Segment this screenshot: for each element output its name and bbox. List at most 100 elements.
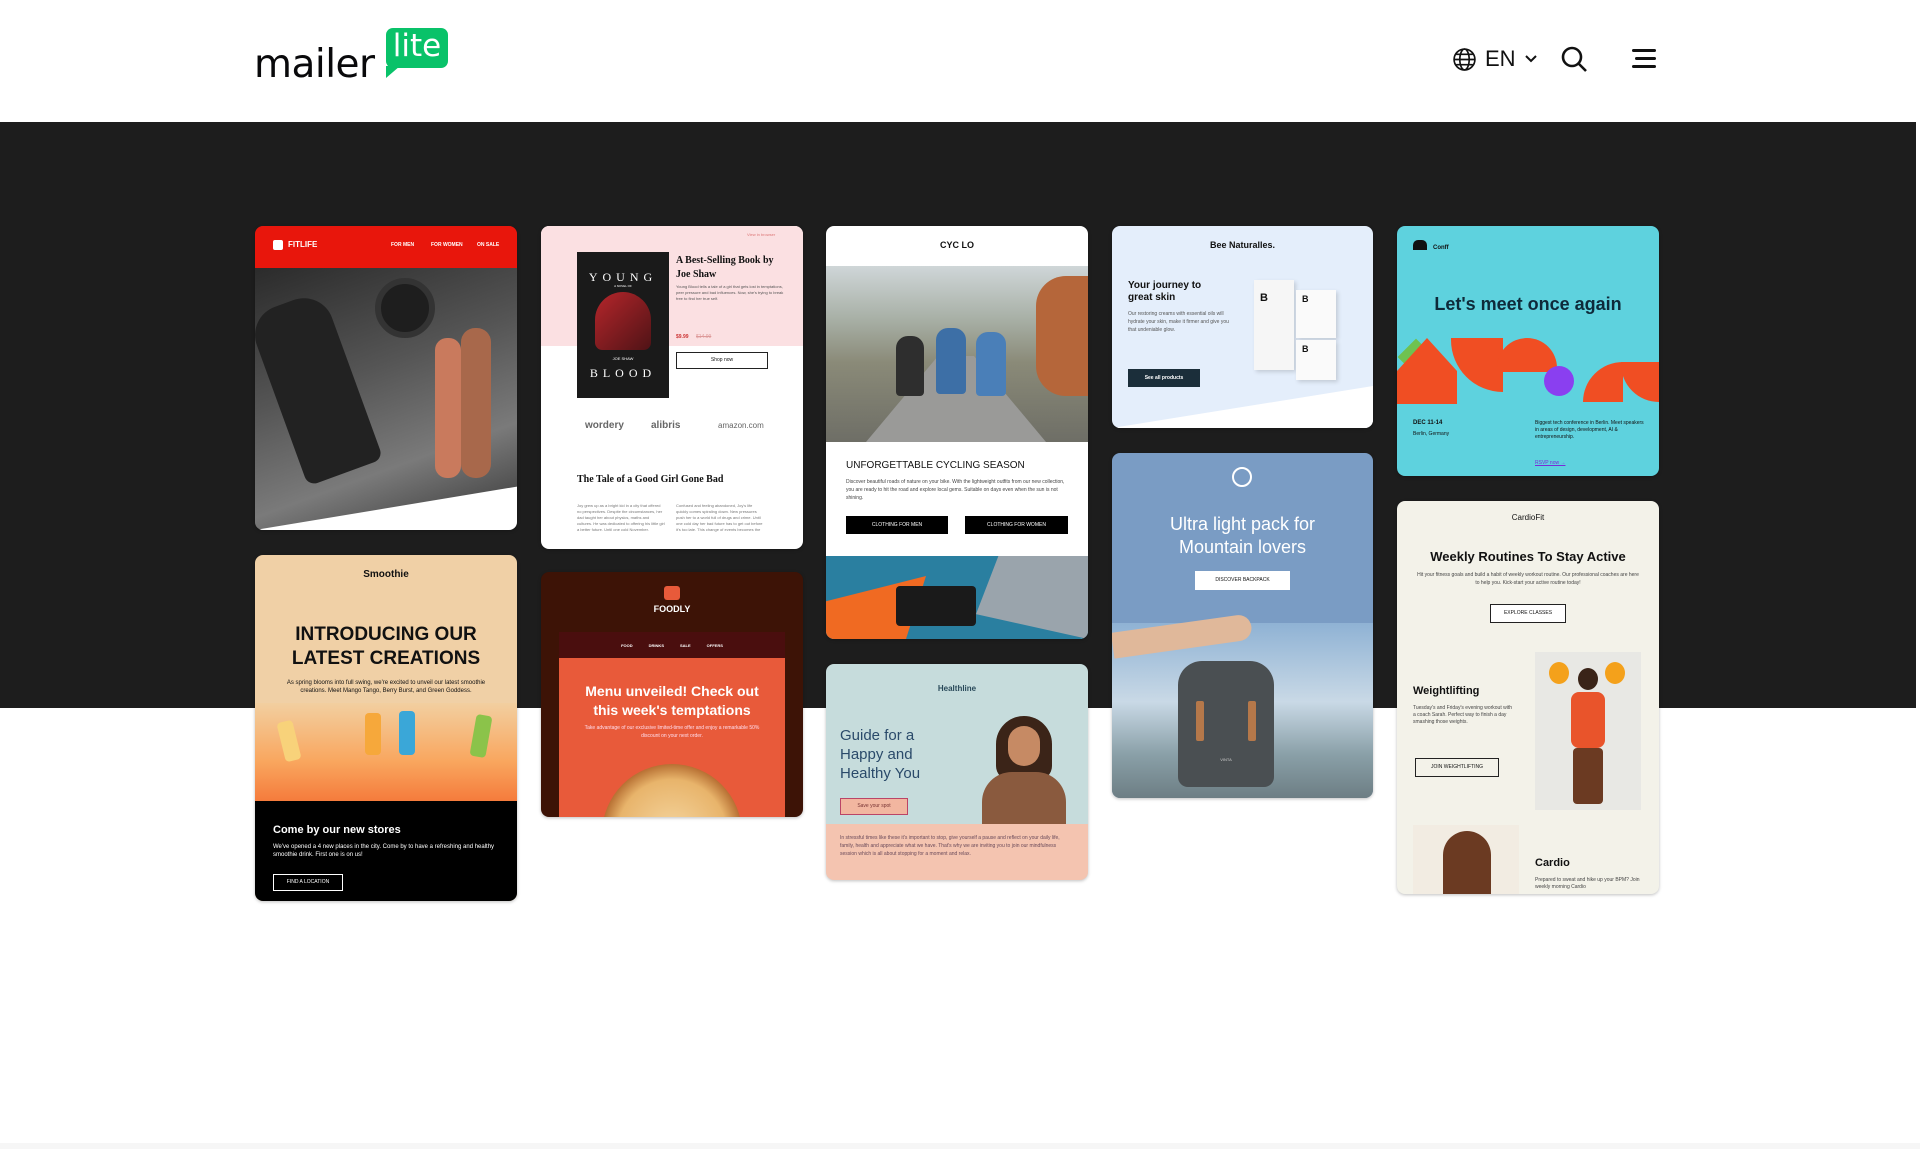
woman-photo bbox=[974, 714, 1074, 824]
cardiofit-title: Weekly Routines To Stay Active bbox=[1430, 549, 1626, 564]
fitlife-nav-women: FOR WOMEN bbox=[431, 242, 463, 248]
mountain-logo-icon bbox=[1232, 467, 1252, 487]
healthline-brand: Healthline bbox=[937, 684, 977, 693]
athlete-body bbox=[1571, 692, 1605, 748]
mountain-photo: VINTA bbox=[1112, 613, 1373, 798]
foodly-nav-offers[interactable]: OFFERS bbox=[707, 643, 723, 648]
discover-backpack-button[interactable]: DISCOVER BACKPACK bbox=[1195, 571, 1290, 590]
search-icon[interactable] bbox=[1560, 45, 1588, 73]
template-card-smoothie[interactable]: Smoothie INTRODUCING OUR LATEST CREATION… bbox=[255, 555, 517, 901]
weightlifting-photo bbox=[1535, 652, 1641, 810]
template-card-conff[interactable]: Conff Let's meet once again DEC 11-14 Be… bbox=[1397, 226, 1659, 476]
foodly-logo-icon bbox=[664, 586, 680, 600]
foodly-nav-drinks[interactable]: DRINKS bbox=[649, 643, 664, 648]
language-selector[interactable]: EN bbox=[1452, 44, 1538, 74]
book-price: $9.99 bbox=[676, 334, 689, 340]
cover-art bbox=[595, 292, 651, 350]
grey-cloth bbox=[976, 556, 1088, 639]
bag-label: VINTA bbox=[1220, 757, 1232, 762]
bottle-2 bbox=[365, 713, 381, 755]
book-old-price: $14.99 bbox=[696, 334, 712, 340]
foodly-nav-food[interactable]: FOOD bbox=[621, 643, 633, 648]
woman-face bbox=[1008, 726, 1040, 766]
book-title: A Best-Selling Book by Joe Shaw bbox=[676, 255, 774, 280]
healthline-title: Guide for a Happy and Healthy You bbox=[840, 727, 921, 782]
athlete-left bbox=[255, 289, 384, 487]
bottle-1 bbox=[276, 719, 302, 763]
woman-body bbox=[982, 772, 1066, 824]
product-box-letter: B bbox=[1302, 294, 1309, 304]
globe-icon bbox=[1453, 47, 1476, 71]
template-card-healthline[interactable]: Healthline Guide for a Happy and Healthy… bbox=[826, 664, 1088, 880]
red-shape-3 bbox=[1497, 338, 1557, 372]
red-shape-5 bbox=[1621, 362, 1659, 402]
cycling-photo bbox=[826, 266, 1088, 442]
backpack: VINTA bbox=[1178, 661, 1274, 787]
fitlife-brand: FITLIFE bbox=[288, 240, 318, 249]
conff-desc: Biggest tech conference in Berlin. Meet … bbox=[1535, 420, 1644, 440]
template-card-mountain[interactable]: Ultra light pack for Mountain lovers DIS… bbox=[1112, 453, 1373, 798]
smoothie-photo bbox=[255, 703, 517, 801]
barbell-plate bbox=[375, 278, 435, 338]
foodly-hero: Menu unveiled! Check out this week's tem… bbox=[559, 658, 785, 817]
cardio-face bbox=[1443, 831, 1491, 894]
template-card-cardiofit[interactable]: CardioFit Weekly Routines To Stay Active… bbox=[1397, 501, 1659, 894]
template-card-book[interactable]: View in browser YOUNG A NOVEL OF JOE SHA… bbox=[541, 226, 803, 549]
foodly-title: Menu unveiled! Check out this week's tem… bbox=[585, 683, 759, 718]
book-col-1: Joy grew up as a bright kid in a city th… bbox=[577, 503, 665, 532]
view-in-browser-link[interactable]: View in browser bbox=[747, 232, 775, 237]
see-all-products-button[interactable]: See all products bbox=[1128, 369, 1200, 387]
logo-bubble: lite bbox=[386, 28, 448, 78]
cardiofit-brand: CardioFit bbox=[1511, 513, 1545, 522]
cardio-photo bbox=[1413, 825, 1519, 894]
gym-photo bbox=[255, 268, 517, 530]
athlete-legs bbox=[1573, 748, 1603, 804]
template-card-bee-naturalles[interactable]: Bee Naturalles. Your journey to great sk… bbox=[1112, 226, 1373, 428]
explore-classes-button[interactable]: EXPLORE CLASSES bbox=[1490, 604, 1566, 623]
join-weightlifting-button[interactable]: JOIN WEIGHTLIFTING bbox=[1415, 758, 1499, 777]
arm bbox=[1112, 613, 1254, 659]
clothing-for-women-button[interactable]: CLOTHING FOR WOMEN bbox=[965, 516, 1068, 534]
athlete-woman bbox=[435, 338, 461, 478]
smoothie-dark-section: Come by our new stores We've opened a 4 … bbox=[255, 801, 517, 901]
template-card-fitlife[interactable]: FITLIFE FOR MEN FOR WOMEN ON SALE bbox=[255, 226, 517, 530]
cover-top: YOUNG bbox=[588, 270, 658, 284]
bee-title: Your journey to great skin bbox=[1128, 280, 1202, 303]
book-desc: Young Blood tells a tale of a girl that … bbox=[676, 284, 784, 301]
athlete-head bbox=[1578, 668, 1598, 690]
conff-place: Berlin, Germany bbox=[1413, 431, 1450, 437]
clothing-photo bbox=[826, 556, 1088, 639]
book-subtitle: The Tale of a Good Girl Gone Bad bbox=[577, 474, 724, 485]
strap-left bbox=[1196, 701, 1204, 741]
mailerlite-logo[interactable]: mailer lite bbox=[254, 28, 454, 88]
language-label: EN bbox=[1485, 46, 1516, 71]
cyclo-title: UNFORGETTABLE CYCLING SEASON bbox=[846, 460, 1025, 471]
purple-circle bbox=[1544, 366, 1574, 396]
foodly-nav-sale[interactable]: SALE bbox=[680, 643, 691, 648]
product-box-1: B bbox=[1254, 280, 1294, 370]
red-shape-2 bbox=[1451, 338, 1503, 392]
template-card-foodly[interactable]: FOODLY FOOD DRINKS SALE OFFERS Menu unve… bbox=[541, 572, 803, 817]
hamburger-menu-icon[interactable] bbox=[1632, 48, 1656, 70]
foodly-desc: Take advantage of our exclusive limited-… bbox=[584, 725, 760, 739]
template-card-cyclo[interactable]: CYC LO UNFORGETTABLE CYCLING SEASON Disc… bbox=[826, 226, 1088, 639]
conff-brand: Conff bbox=[1433, 245, 1449, 251]
smoothie-brand: Smoothie bbox=[363, 569, 409, 580]
conff-date: DEC 11-14 bbox=[1413, 420, 1443, 426]
black-cloth bbox=[896, 586, 976, 626]
save-your-spot-button[interactable]: Save your spot bbox=[840, 798, 908, 815]
cyclo-desc: Discover beautiful roads of nature on yo… bbox=[846, 479, 1065, 501]
bee-brand: Bee Naturalles. bbox=[1209, 240, 1276, 250]
product-box-letter: B bbox=[1260, 292, 1268, 304]
shop-now-button[interactable]: Shop now bbox=[676, 352, 768, 369]
clothing-for-men-button[interactable]: CLOTHING FOR MEN bbox=[846, 516, 948, 534]
mountain-title: Ultra light pack for Mountain lovers bbox=[1169, 514, 1316, 557]
rsvp-link[interactable]: RSVP now → bbox=[1535, 460, 1565, 466]
find-location-button[interactable]: FIND A LOCATION bbox=[273, 874, 343, 891]
cardio-title: Cardio bbox=[1535, 857, 1570, 869]
store-alibris: alibris bbox=[651, 420, 681, 431]
cardio-desc: Prepared to sweat and hike up your BPM? … bbox=[1535, 877, 1640, 890]
cover-mid: A NOVEL OF bbox=[614, 284, 632, 288]
cyclo-brand: CYC LO bbox=[939, 240, 974, 250]
bottle-4 bbox=[469, 713, 493, 759]
